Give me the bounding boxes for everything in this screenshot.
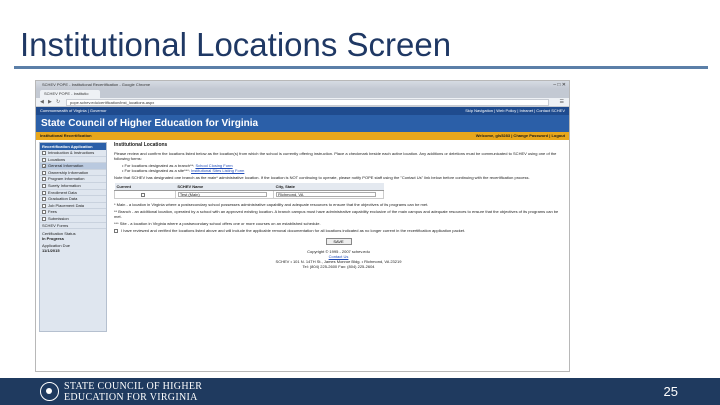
slide-title: Institutional Locations Screen [20, 26, 452, 63]
forward-icon[interactable]: ▶ [48, 99, 52, 105]
window-controls[interactable]: – □ ✕ [553, 82, 566, 88]
schev-logo: STATE COUNCIL OF HIGHER EDUCATION FOR VI… [64, 381, 203, 403]
checkmark-icon: ✓ [42, 164, 47, 170]
sidebar-item-graduation[interactable]: Graduation Data [40, 196, 106, 203]
seal-icon [40, 382, 59, 401]
checkbox-icon [42, 203, 46, 208]
window-title: SCHEV POPE - Institutional Recertificati… [42, 82, 151, 87]
checkbox-icon [42, 190, 46, 195]
user-links[interactable]: Welcome, gls5283 | Change Password | Log… [476, 132, 565, 140]
column-header: SCHEV Name [175, 183, 274, 191]
site-top-nav: Commonwealth of Virginia | Governor Skip… [36, 107, 569, 115]
definition-branch: ** Branch - an additional location, oper… [114, 209, 559, 219]
app-body: Recertification Application Introduction… [36, 140, 569, 371]
note-text: Note that SCHEV has designated one branc… [114, 175, 530, 180]
column-header: City, State [273, 183, 384, 191]
main-content: Institutional Locations Please review an… [114, 142, 563, 367]
sidebar-item-surety[interactable]: Surety Information [40, 183, 106, 190]
title-divider [14, 66, 708, 69]
definition-site: *** Site - a location in Virginia where … [114, 221, 321, 226]
slide-footer-bar: STATE COUNCIL OF HIGHER EDUCATION FOR VI… [0, 378, 720, 405]
sidebar-item-locations[interactable]: Locations [40, 157, 106, 164]
menu-icon[interactable]: ☰ [560, 99, 564, 105]
page-number: 25 [663, 384, 678, 399]
table-row: Test (Main) Richmond, VA [114, 190, 384, 199]
checkbox-icon [42, 157, 46, 162]
top-right-links[interactable]: Skip Navigation | Web Policy | Intranet … [465, 107, 565, 115]
reload-icon[interactable]: ↻ [56, 99, 60, 105]
locations-table: Current SCHEV Name City, State Test (Mai… [114, 183, 384, 199]
section-bar: Institutional Recertification Welcome, g… [36, 132, 569, 140]
sidebar-item-job-placement[interactable]: Job Placement Data [40, 203, 106, 210]
certify-checkbox[interactable] [114, 228, 118, 233]
checkbox-icon [42, 170, 46, 175]
schev-name-field: Test (Main) [177, 192, 267, 197]
intro-text: Please review and confirm the locations … [114, 151, 557, 161]
section-title: Institutional Recertification [40, 133, 92, 138]
sidebar-item-program[interactable]: Program Information [40, 176, 106, 183]
checkbox-icon [42, 150, 46, 155]
sidebar-item-enrollment[interactable]: Enrollment Data [40, 190, 106, 197]
city-state-field: Richmond, VA [276, 192, 376, 197]
bullet-site: • For locations designated as a site***:… [122, 168, 245, 173]
sidebar-header: Recertification Application [40, 143, 106, 150]
sidebar-item-submission[interactable]: Submission [40, 216, 106, 223]
certification-status: Certification Status In Progress Applica… [42, 231, 76, 254]
sites-listing-form-link[interactable]: Institutional Sites Listing Form [191, 168, 244, 173]
tab-strip: SCHEV POPE - Institutio [36, 89, 569, 98]
sidebar-item-ownership[interactable]: Ownership Information [40, 170, 106, 177]
column-header: Current [114, 183, 176, 191]
certify-statement: I have reviewed and verified the locatio… [114, 228, 563, 233]
sidebar: Recertification Application Introduction… [39, 142, 107, 332]
checkbox-icon [42, 216, 46, 221]
sidebar-item-introduction[interactable]: Introduction & Instructions [40, 150, 106, 157]
browser-screenshot: SCHEV POPE - Institutional Recertificati… [35, 80, 570, 372]
browser-titlebar: SCHEV POPE - Institutional Recertificati… [36, 81, 569, 89]
site-banner: State Council of Higher Education for Vi… [36, 115, 569, 132]
site-footer: Copyright © 1995 - 2007 schev.edu Contac… [114, 249, 563, 269]
sidebar-item-general-information[interactable]: ✓ General Information [40, 163, 106, 170]
checkbox-icon [42, 183, 46, 188]
sidebar-item-fees[interactable]: Fees [40, 209, 106, 216]
save-button[interactable]: SAVE [325, 238, 352, 245]
address-row: ◀ ▶ ↻ pope.schev.edu/certification/inst_… [36, 98, 569, 107]
top-left-links[interactable]: Commonwealth of Virginia | Governor [40, 108, 107, 113]
definition-main: * Main - a location in Virginia where a … [114, 202, 429, 207]
page-heading: Institutional Locations [114, 142, 168, 148]
checkbox-icon [42, 197, 46, 202]
browser-tab[interactable]: SCHEV POPE - Institutio [40, 90, 100, 98]
checkbox-icon [42, 177, 46, 182]
address-bar[interactable]: pope.schev.edu/certification/inst_locati… [66, 99, 549, 106]
sidebar-item-schev-forms[interactable]: SCHEV Forms [40, 223, 106, 230]
current-checkbox[interactable] [141, 192, 146, 197]
checkbox-icon [42, 210, 46, 215]
back-icon[interactable]: ◀ [40, 99, 44, 105]
